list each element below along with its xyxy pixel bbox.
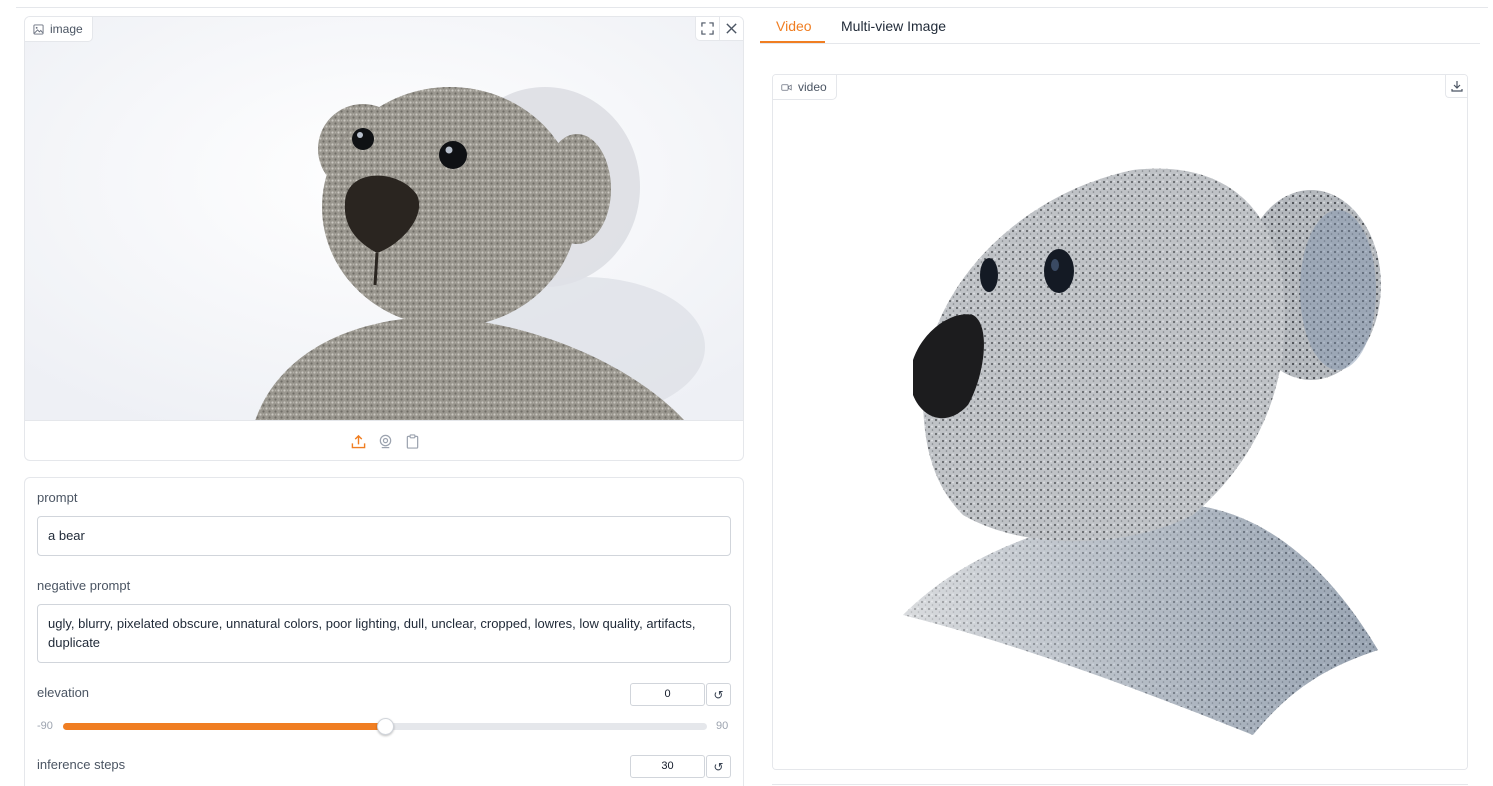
elevation-slider-thumb[interactable] — [377, 718, 394, 735]
image-input-block: image — [24, 16, 744, 461]
clear-image-button[interactable] — [719, 17, 743, 41]
download-icon — [1450, 81, 1463, 92]
elevation-min-label: -90 — [37, 720, 53, 732]
negative-prompt-label: negative prompt — [37, 578, 131, 593]
image-icon — [33, 23, 44, 35]
elevation-slider[interactable] — [63, 718, 707, 735]
video-block-label: video — [773, 75, 837, 100]
webcam-source-button[interactable] — [377, 433, 394, 450]
image-label-text: image — [50, 22, 83, 36]
clipboard-icon — [406, 434, 418, 449]
inference-steps-label: inference steps — [37, 757, 126, 772]
active-tab-indicator — [760, 41, 825, 43]
fullscreen-button[interactable] — [695, 17, 719, 41]
webcam-icon — [379, 434, 391, 449]
upload-source-button[interactable] — [350, 433, 367, 450]
reset-icon: ↺ — [713, 759, 724, 774]
video-player[interactable] — [773, 75, 1467, 769]
elevation-label: elevation — [37, 685, 90, 700]
generation-form: prompt a bear negative prompt ugly, blur… — [24, 477, 744, 786]
elevation-number-input[interactable]: 0 — [630, 683, 705, 706]
crochet-bear-image — [25, 17, 743, 420]
elevation-max-label: 90 — [716, 720, 729, 732]
negative-prompt-input[interactable]: ugly, blurry, pixelated obscure, unnatur… — [37, 604, 731, 663]
video-label-text: video — [798, 80, 827, 94]
elevation-reset-button[interactable]: ↺ — [706, 683, 731, 706]
download-video-button[interactable] — [1445, 75, 1467, 98]
fullscreen-icon — [701, 22, 714, 35]
prompt-label: prompt — [37, 490, 78, 505]
inference-steps-number-input[interactable]: 30 — [630, 755, 705, 778]
tab-video[interactable]: Video — [776, 18, 812, 34]
output-tabs: Video Multi-view Image — [760, 8, 1480, 44]
tab-multi-view-image[interactable]: Multi-view Image — [841, 18, 946, 34]
image-source-selector — [25, 421, 743, 460]
close-icon — [726, 23, 737, 34]
image-toolbar — [695, 17, 743, 41]
image-preview[interactable] — [25, 17, 743, 421]
image-block-label: image — [25, 17, 93, 42]
video-output-block: video — [772, 74, 1468, 770]
reset-icon: ↺ — [713, 687, 724, 702]
clipboard-source-button[interactable] — [404, 433, 421, 450]
app-root: image prompt a bear negative prompt ugly… — [16, 7, 1488, 786]
rendered-bear-video-frame — [773, 75, 1467, 769]
upload-icon — [351, 434, 365, 449]
video-icon — [781, 83, 792, 91]
inference-steps-reset-button[interactable]: ↺ — [706, 755, 731, 778]
prompt-input[interactable]: a bear — [37, 516, 731, 556]
elevation-slider-fill — [63, 723, 385, 730]
